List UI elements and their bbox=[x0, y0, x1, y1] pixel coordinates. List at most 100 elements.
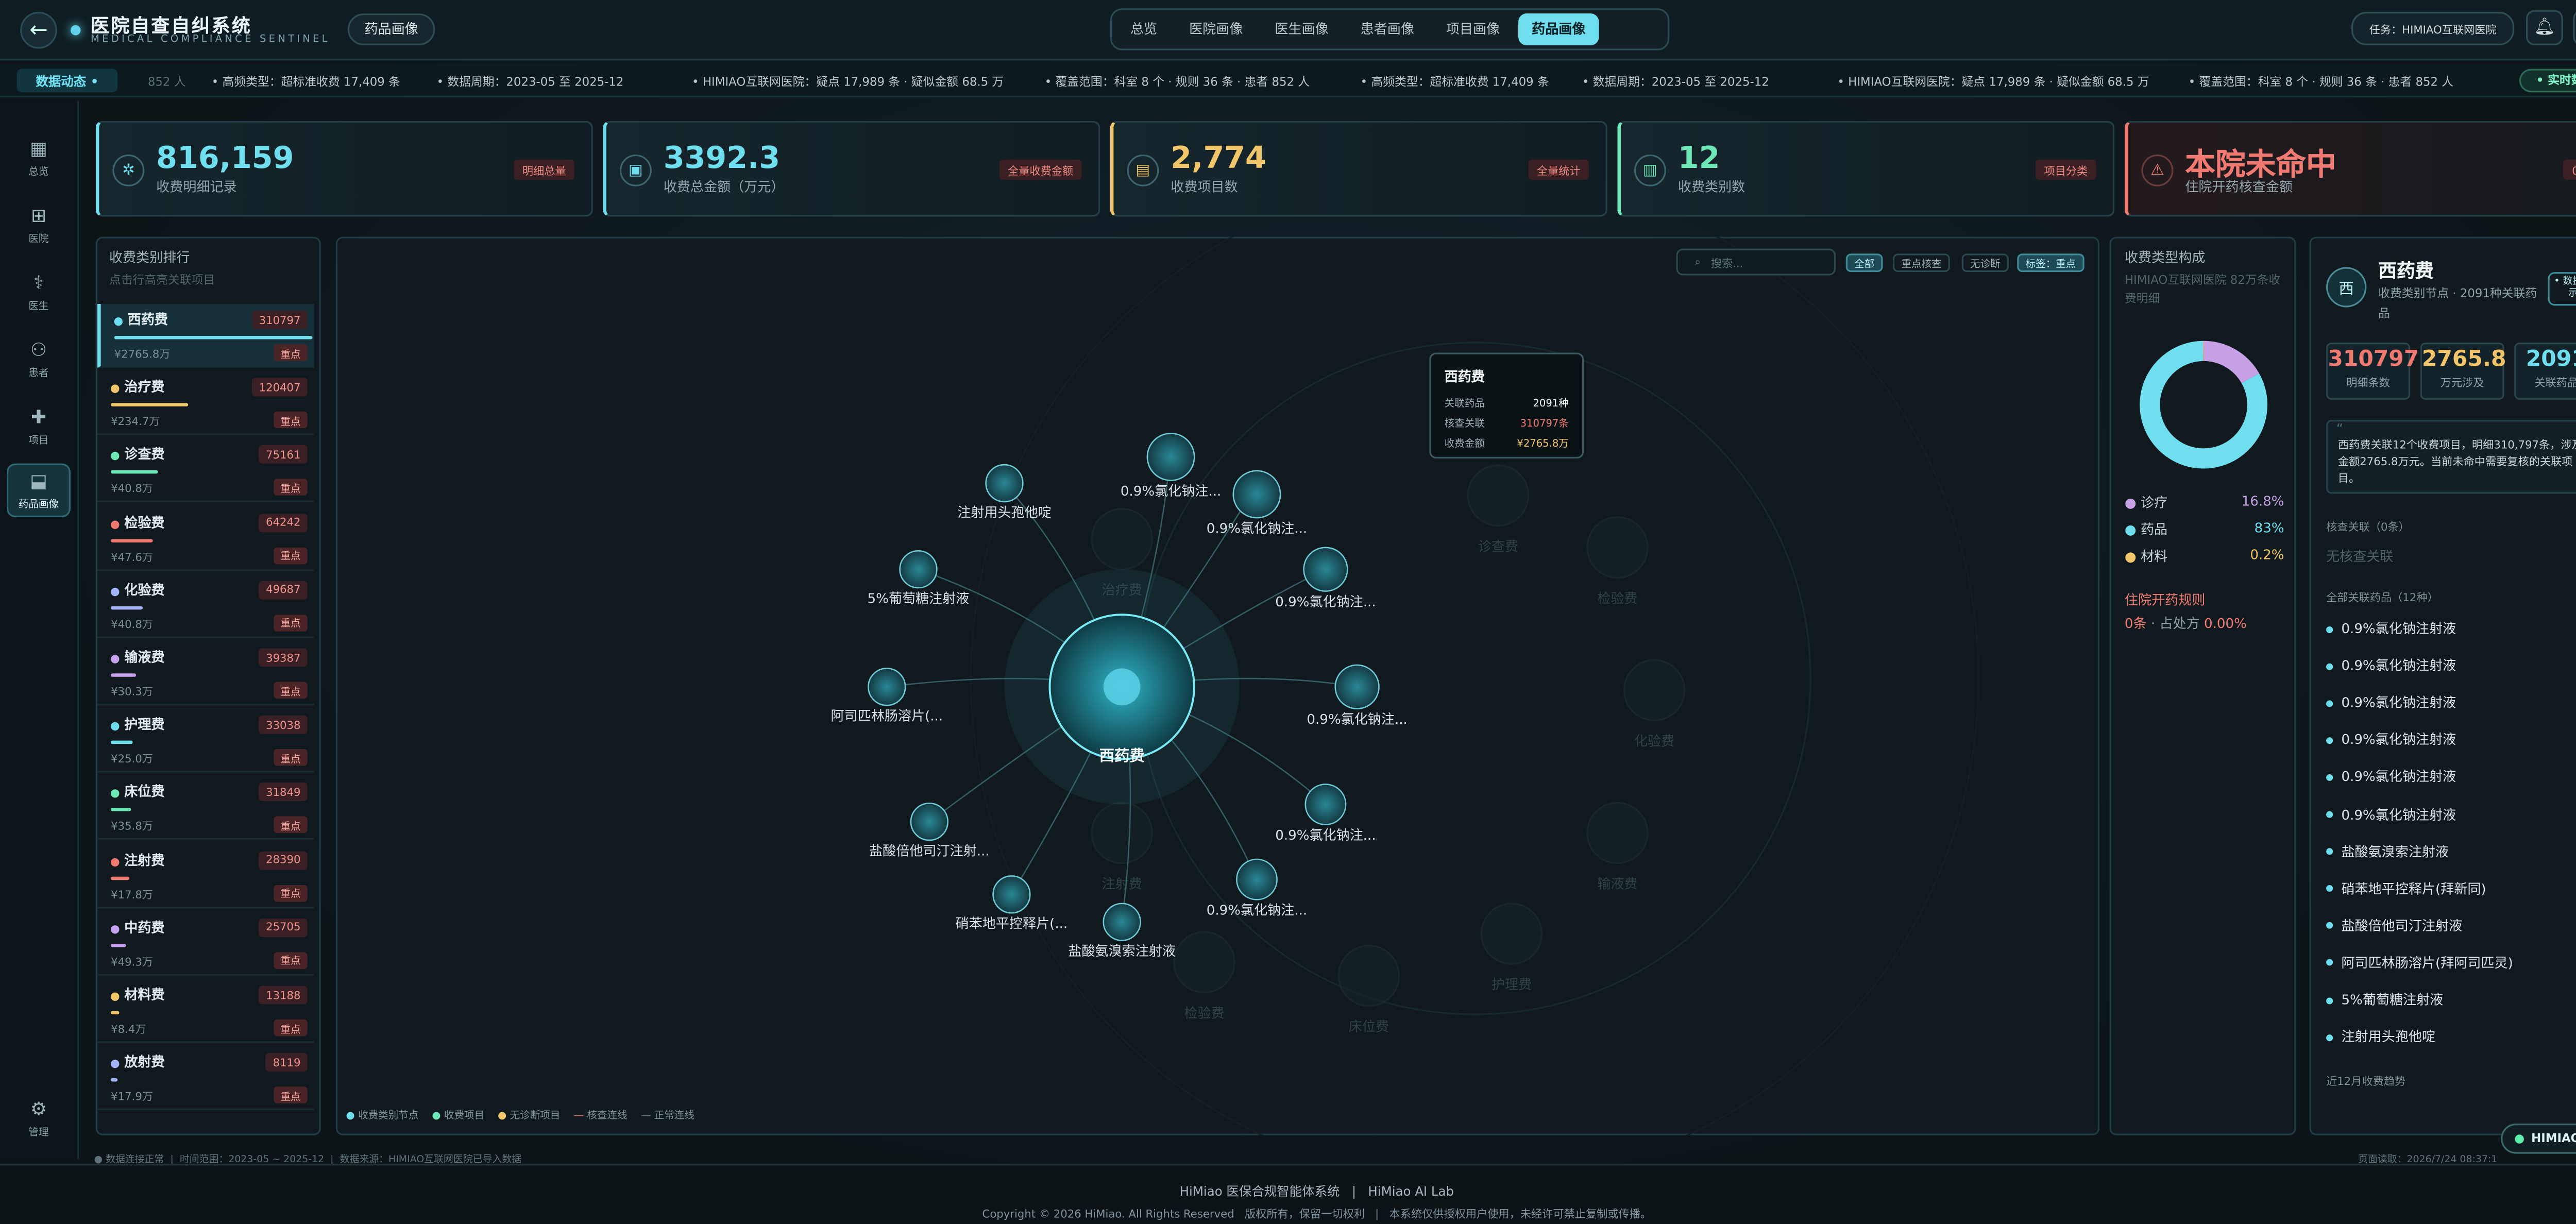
filter-all[interactable]: 全部 bbox=[1845, 253, 1883, 273]
tab-doctor[interactable]: 医生画像 bbox=[1261, 13, 1342, 45]
ranking-row[interactable]: 床位费 31849 ¥35.8万 重点 bbox=[97, 776, 314, 841]
module-chip[interactable]: 药品画像 bbox=[347, 13, 435, 46]
stat-value: 2091 bbox=[2526, 347, 2576, 373]
drug-name: 0.9%氯化钠注射液 bbox=[2326, 805, 2456, 824]
tab-patient[interactable]: 患者画像 bbox=[1347, 13, 1428, 45]
legend-label: 正常连线 bbox=[654, 1110, 694, 1122]
category-amount: ¥40.8万 bbox=[111, 482, 154, 496]
sidebar-item-overview[interactable]: ▦ 总览 bbox=[7, 131, 71, 184]
rule-summary: 0条 · 占处方 0.00% bbox=[2125, 615, 2247, 633]
category-count: 31849 bbox=[259, 783, 308, 802]
drug-node-label: 0.9%氯化钠注... bbox=[1275, 594, 1376, 610]
status-bar: ● 数据连接正常 | 时间范围：2023-05 ~ 2025-12 | 数据来源… bbox=[94, 1155, 522, 1166]
filter-key-check[interactable]: 重点核查 bbox=[1893, 253, 1950, 273]
ticker-item: • HIMIAO互联网医院：疑点 17,989 条 · 疑似金额 68.5 万 bbox=[1837, 75, 2149, 89]
category-name: 治疗费 bbox=[124, 380, 165, 395]
drug-list-item[interactable]: 0.9%氯化钠注射液正常 bbox=[2326, 657, 2576, 675]
ranking-row[interactable]: 中药费 25705 ¥49.3万 重点 bbox=[97, 912, 314, 976]
ranking-row[interactable]: 放射费 8119 ¥17.9万 重点 bbox=[97, 1047, 314, 1111]
bell-icon: 🔔︎ bbox=[2534, 18, 2555, 37]
ranking-row[interactable]: 材料费 13188 ¥8.4万 重点 bbox=[97, 979, 314, 1043]
app-subtitle: MEDICAL COMPLIANCE SENTINEL bbox=[91, 33, 330, 46]
ghost-category-node bbox=[1091, 802, 1153, 864]
drug-list-item[interactable]: 0.9%氯化钠注射液正常 bbox=[2326, 620, 2576, 638]
ranking-row[interactable]: 输液费 39387 ¥30.3万 重点 bbox=[97, 641, 314, 706]
drug-list-item[interactable]: 5%葡萄糖注射液正常 bbox=[2326, 991, 2576, 1009]
sidebar-item-label: 管理 bbox=[28, 1127, 49, 1139]
data-demo-button[interactable]: • 数据演示 bbox=[2548, 272, 2576, 306]
composition-row: ● 药品 83% bbox=[2125, 521, 2284, 539]
ghost-category-label: 输液费 bbox=[1597, 877, 1637, 892]
category-dot bbox=[111, 1060, 120, 1068]
category-dot bbox=[111, 655, 120, 664]
drug-node bbox=[1334, 664, 1380, 710]
category-count: 75161 bbox=[259, 446, 308, 465]
ghost-category-label: 床位费 bbox=[1349, 1019, 1389, 1035]
filter-no-diagnosis[interactable]: 无诊断 bbox=[1961, 253, 2009, 273]
settings-button[interactable]: ⚙ bbox=[2573, 10, 2576, 46]
drug-list-item[interactable]: 阿司匹林肠溶片(拜阿司匹灵)正常 bbox=[2326, 954, 2576, 972]
drug-list-item[interactable]: 0.9%氯化钠注射液正常 bbox=[2326, 805, 2576, 824]
tab-drug[interactable]: 药品画像 bbox=[1518, 13, 1599, 46]
drug-name: 0.9%氯化钠注射液 bbox=[2326, 731, 2456, 750]
ai-assistant-button[interactable]: ● HIMIAO AI bbox=[2501, 1123, 2576, 1154]
drug-list-item[interactable]: 0.9%氯化钠注射液正常 bbox=[2326, 768, 2576, 787]
filter-tag-key[interactable]: 标签：重点 bbox=[2017, 253, 2084, 273]
category-bar bbox=[111, 1011, 119, 1015]
tab-overview[interactable]: 总览 bbox=[1117, 13, 1171, 45]
drug-list-item[interactable]: 盐酸氨溴索注射液正常 bbox=[2326, 842, 2576, 861]
key-tag: 重点 bbox=[274, 1086, 308, 1104]
medkit-icon: ✚ bbox=[30, 406, 47, 429]
ranking-row[interactable]: 治疗费 120407 ¥234.7万 重点 bbox=[97, 371, 314, 435]
tab-hospital[interactable]: 医院画像 bbox=[1176, 13, 1256, 45]
sidebar-item-hospital[interactable]: ⊞ 医院 bbox=[7, 198, 71, 252]
category-bar bbox=[111, 1078, 117, 1082]
tab-project[interactable]: 项目画像 bbox=[1433, 13, 1513, 45]
drug-list-item[interactable]: 0.9%氯化钠注射液正常 bbox=[2326, 694, 2576, 712]
search-input[interactable]: ⌕ 搜索... bbox=[1676, 248, 1836, 276]
drug-node-label: 盐酸倍他司汀注射... bbox=[869, 843, 989, 859]
category-bar bbox=[111, 403, 189, 407]
drug-name: 5%葡萄糖注射液 bbox=[2326, 991, 2443, 1009]
ranking-row[interactable]: 注射费 28390 ¥17.8万 重点 bbox=[97, 844, 314, 908]
money-icon: ▣ bbox=[619, 154, 652, 186]
bell-button[interactable]: 🔔︎ bbox=[2526, 10, 2563, 46]
ranking-row[interactable]: 护理费 33038 ¥25.0万 重点 bbox=[97, 709, 314, 773]
ticker-head: 数据动态 • bbox=[16, 69, 118, 93]
category-name: 放射费 bbox=[124, 1055, 165, 1070]
relation-graph[interactable]: 治疗费诊查费检验费化验费输液费护理费床位费检验费注射费西药费0.9%氯化钠注..… bbox=[336, 236, 2099, 1135]
sidebar-item-admin[interactable]: ⚙ 管理 bbox=[7, 1092, 71, 1145]
check-empty: 无核查关联 bbox=[2326, 549, 2394, 565]
graph-legend: ● 收费类别节点 ● 收费项目 ● 无诊断项目 — 核查连线 — 正常连线 bbox=[346, 1107, 694, 1122]
drug-list-item[interactable]: 注射用头孢他啶正常 bbox=[2326, 1028, 2576, 1046]
ranking-row[interactable]: 检验费 64242 ¥47.6万 重点 bbox=[97, 506, 314, 571]
task-chip[interactable]: 任务：HIMIAO互联网医院 bbox=[2351, 11, 2515, 46]
drug-node bbox=[1236, 858, 1278, 900]
back-button[interactable]: ← bbox=[20, 11, 57, 49]
sidebar-item-doctor[interactable]: ⚕ 医生 bbox=[7, 265, 71, 319]
drug-list-item[interactable]: 硝苯地平控释片(拜新同)正常 bbox=[2326, 879, 2576, 898]
drug-list-item[interactable]: 盐酸倍他司汀注射液正常 bbox=[2326, 916, 2576, 935]
sidebar-item-label: 总览 bbox=[28, 166, 49, 178]
drug-list-item[interactable]: 0.9%氯化钠注射液正常 bbox=[2326, 731, 2576, 750]
sidebar bbox=[0, 100, 79, 1159]
category-name: 床位费 bbox=[124, 785, 165, 801]
composition-subtitle: HIMIAO互联网医院 82万条收费明细 bbox=[2124, 274, 2281, 306]
ranking-row[interactable]: 西药费 310797 ¥2765.8万 重点 bbox=[97, 304, 314, 368]
composition-pct: 83% bbox=[2254, 520, 2284, 536]
drug-node bbox=[899, 550, 938, 589]
ticker-item: • 高频类型：超标准收费 17,409 条 bbox=[1360, 75, 1549, 89]
kpi-tag: 0条 bbox=[2563, 159, 2576, 180]
live-data-button[interactable]: • 实时数据 bbox=[2519, 69, 2576, 93]
ranking-row[interactable]: 化验费 49687 ¥40.8万 重点 bbox=[97, 574, 314, 638]
ranking-row[interactable]: 诊查费 75161 ¥40.8万 重点 bbox=[97, 439, 314, 503]
sidebar-item-project[interactable]: ✚ 项目 bbox=[7, 400, 71, 453]
category-dot bbox=[111, 587, 120, 596]
detail-title: 西药费 bbox=[2378, 260, 2434, 282]
legend-item: ● 收费项目 bbox=[432, 1110, 485, 1122]
stat-value: 2765.8 bbox=[2421, 347, 2506, 373]
drug-node-label: 0.9%氯化钠注... bbox=[1207, 903, 1307, 919]
ghost-category-label: 注射费 bbox=[1102, 877, 1142, 892]
sidebar-item-patient[interactable]: ⚇ 患者 bbox=[7, 332, 71, 386]
sidebar-item-drug[interactable]: ⬓ 药品画像 bbox=[7, 463, 71, 518]
